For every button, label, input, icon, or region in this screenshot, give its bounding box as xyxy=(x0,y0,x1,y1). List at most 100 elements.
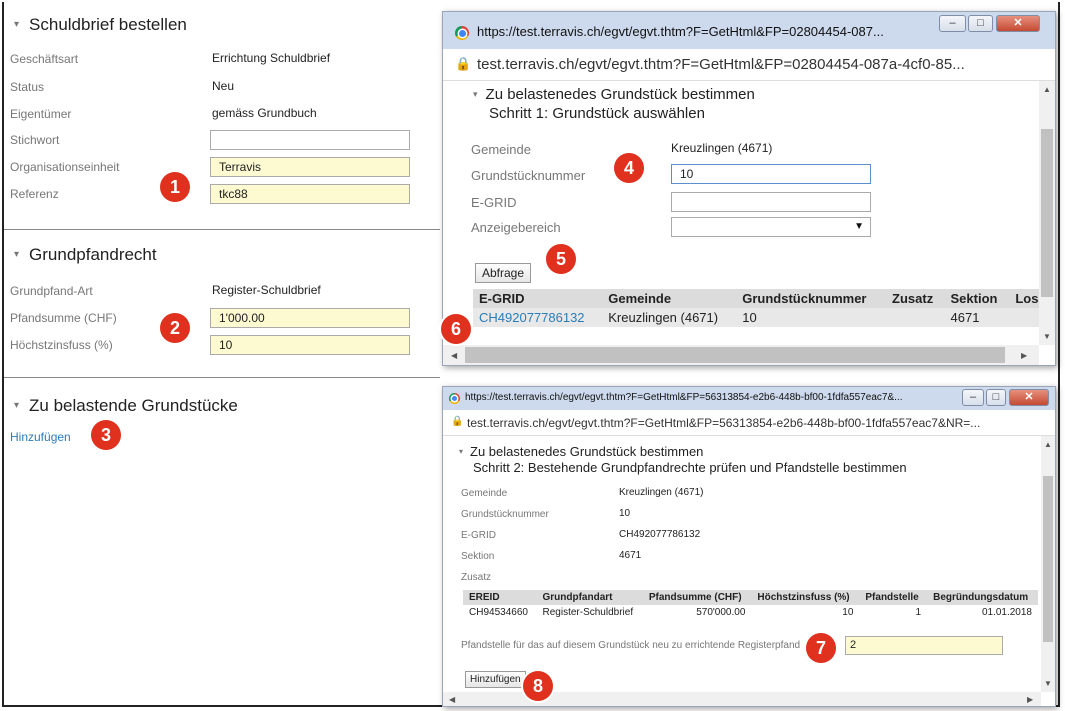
column-header[interactable]: EREID xyxy=(463,590,537,605)
column-header[interactable]: Zusatz xyxy=(886,289,945,308)
section-title-text: Schuldbrief bestellen xyxy=(29,15,187,34)
step-badge-2: 2 xyxy=(160,313,190,343)
collapse-caret-icon[interactable]: ▾ xyxy=(14,19,19,30)
table-cell: 10 xyxy=(842,607,854,618)
grundpfandrechte-table: EREID Grundpfandart Pfandsumme (CHF) Höc… xyxy=(463,590,1038,620)
vertical-scrollbar[interactable]: ▲ ▼ xyxy=(1039,81,1055,345)
organisationseinheit-input[interactable]: Terravis xyxy=(210,157,410,177)
chrome-browser-icon xyxy=(455,26,469,40)
dropdown-arrow-icon[interactable]: ▼ xyxy=(854,221,864,232)
eigentuemer-label: Eigentümer xyxy=(10,107,72,121)
horizontal-scrollbar[interactable]: ◀ ▶ xyxy=(443,345,1039,365)
column-header[interactable]: Begründungsdatum xyxy=(927,590,1038,605)
scroll-up-arrow-icon[interactable]: ▲ xyxy=(1043,85,1051,94)
chrome-browser-icon xyxy=(449,393,460,404)
collapse-caret-icon[interactable]: ▾ xyxy=(459,447,463,456)
maximize-button[interactable]: □ xyxy=(986,389,1006,406)
window-titlebar[interactable]: https://test.terravis.ch/egvt/egvt.thtm?… xyxy=(443,12,1055,49)
maximize-button[interactable]: □ xyxy=(968,15,993,32)
column-header[interactable]: Höchstzinsfuss (%) xyxy=(751,590,860,605)
referenz-input[interactable]: tkc88 xyxy=(210,184,410,204)
window-title: https://test.terravis.ch/egvt/egvt.thtm?… xyxy=(477,24,884,39)
scrollbar-thumb[interactable] xyxy=(1041,129,1053,297)
section-grundstuecke-title[interactable]: ▾ Zu belastende Grundstücke xyxy=(14,396,238,416)
stichwort-label: Stichwort xyxy=(10,133,60,147)
scroll-right-arrow-icon[interactable]: ▶ xyxy=(1021,351,1027,360)
add-grundstueck-link[interactable]: Hinzufügen xyxy=(10,430,71,444)
address-url: test.terravis.ch/egvt/egvt.thtm?F=GetHtm… xyxy=(477,56,965,73)
table-header-row: EREID Grundpfandart Pfandsumme (CHF) Höc… xyxy=(463,590,1038,605)
sektion-label: Sektion xyxy=(461,551,495,562)
abfrage-button[interactable]: Abfrage xyxy=(475,263,532,283)
anzeigebereich-select[interactable]: ▼ xyxy=(671,217,871,237)
column-header[interactable]: Grundstücknummer xyxy=(736,289,887,308)
column-header[interactable]: Pfandsumme (CHF) xyxy=(642,590,752,605)
vertical-scrollbar[interactable]: ▲ ▼ xyxy=(1041,436,1055,692)
pfandstelle-input[interactable]: 2 xyxy=(845,636,1003,655)
step-badge-4: 4 xyxy=(614,153,644,183)
hoechstzinsfuss-input[interactable]: 10 xyxy=(210,335,410,355)
egrid-label: E-GRID xyxy=(461,530,496,541)
table-row[interactable]: CH492077786132 Kreuzlingen (4671) 10 467… xyxy=(473,308,1048,327)
table-cell: Kreuzlingen (4671) xyxy=(608,310,719,325)
column-header[interactable]: Sektion xyxy=(944,289,1010,308)
pfandsumme-input[interactable]: 1'000.00 xyxy=(210,308,410,328)
table-cell: 4671 xyxy=(950,310,980,325)
scroll-left-arrow-icon[interactable]: ◀ xyxy=(451,351,457,360)
step-badge-8: 8 xyxy=(523,671,553,701)
address-bar[interactable]: 🔒 test.terravis.ch/egvt/egvt.thtm?F=GetH… xyxy=(443,410,1055,436)
scroll-down-arrow-icon[interactable]: ▼ xyxy=(1044,679,1052,688)
section-schuldbrief-title[interactable]: ▾ Schuldbrief bestellen xyxy=(14,15,187,35)
collapse-caret-icon[interactable]: ▾ xyxy=(14,400,19,411)
egrid-label: E-GRID xyxy=(471,195,517,210)
collapse-caret-icon[interactable]: ▾ xyxy=(473,89,478,99)
scrollbar-thumb[interactable] xyxy=(1043,476,1053,642)
zusatz-label: Zusatz xyxy=(461,572,492,583)
step-badge-6: 6 xyxy=(441,314,471,344)
collapse-caret-icon[interactable]: ▾ xyxy=(14,249,19,260)
scroll-right-arrow-icon[interactable]: ▶ xyxy=(1027,695,1033,704)
anzeigebereich-label: Anzeigebereich xyxy=(471,220,561,235)
scrollbar-thumb[interactable] xyxy=(465,347,1005,363)
scroll-up-arrow-icon[interactable]: ▲ xyxy=(1044,440,1052,449)
scroll-left-arrow-icon[interactable]: ◀ xyxy=(449,695,455,704)
table-cell: 01.01.2018 xyxy=(981,607,1032,618)
section-title-text: Grundpfandrecht xyxy=(29,245,157,264)
table-header-row: E-GRID Gemeinde Grundstücknummer Zusatz … xyxy=(473,289,1048,308)
section-grundpfandrecht-title[interactable]: ▾ Grundpfandrecht xyxy=(14,245,157,265)
gemeinde-value: Kreuzlingen (4671) xyxy=(671,141,773,155)
scroll-down-arrow-icon[interactable]: ▼ xyxy=(1043,332,1051,341)
step-badge-3: 3 xyxy=(91,420,121,450)
dialog-heading-text: Zu belastenedes Grundstück bestimmen xyxy=(470,444,704,459)
section-title-text: Zu belastende Grundstücke xyxy=(29,396,238,415)
table-cell: 1 xyxy=(915,607,922,618)
add-button[interactable]: Hinzufügen xyxy=(465,671,526,688)
grundpfand-art-value: Register-Schuldbrief xyxy=(212,283,321,297)
column-header[interactable]: Grundpfandart xyxy=(536,590,643,605)
result-table: E-GRID Gemeinde Grundstücknummer Zusatz … xyxy=(473,289,1048,327)
window-titlebar[interactable]: https://test.terravis.ch/egvt/egvt.thtm?… xyxy=(443,387,1055,410)
close-button[interactable]: ✕ xyxy=(996,15,1040,32)
table-cell: Register-Schuldbrief xyxy=(542,607,634,618)
minimize-button[interactable]: – xyxy=(962,389,984,406)
popup-window-step2: https://test.terravis.ch/egvt/egvt.thtm?… xyxy=(442,386,1056,707)
address-bar[interactable]: 🔒 test.terravis.ch/egvt/egvt.thtm?F=GetH… xyxy=(443,49,1055,81)
popup-window-step1: https://test.terravis.ch/egvt/egvt.thtm?… xyxy=(442,11,1056,366)
dialog-heading: ▾ Zu belastenedes Grundstück bestimmen xyxy=(473,86,755,103)
column-header[interactable]: Gemeinde xyxy=(602,289,737,308)
grundstuecknummer-label: Grundstücknummer xyxy=(461,509,549,520)
dialog-heading: ▾ Zu belastenedes Grundstück bestimmen xyxy=(459,444,703,459)
pfandstelle-label: Pfandstelle für das auf diesem Grundstüc… xyxy=(461,640,801,651)
stichwort-input[interactable] xyxy=(210,130,410,150)
close-button[interactable]: ✕ xyxy=(1009,389,1049,406)
geschaeftsart-value: Errichtung Schuldbrief xyxy=(212,51,331,65)
table-cell: CH94534660 xyxy=(469,607,528,618)
egrid-input[interactable] xyxy=(671,192,871,212)
eigentuemer-value: gemäss Grundbuch xyxy=(212,106,317,120)
egrid-link-cell[interactable]: CH492077786132 xyxy=(473,308,602,327)
table-row: CH94534660 Register-Schuldbrief 570'000.… xyxy=(463,605,1038,620)
column-header[interactable]: Pfandstelle xyxy=(859,590,928,605)
grundstuecknummer-input[interactable]: 10 xyxy=(671,164,871,184)
column-header[interactable]: E-GRID xyxy=(473,289,603,308)
minimize-button[interactable]: – xyxy=(939,15,966,32)
